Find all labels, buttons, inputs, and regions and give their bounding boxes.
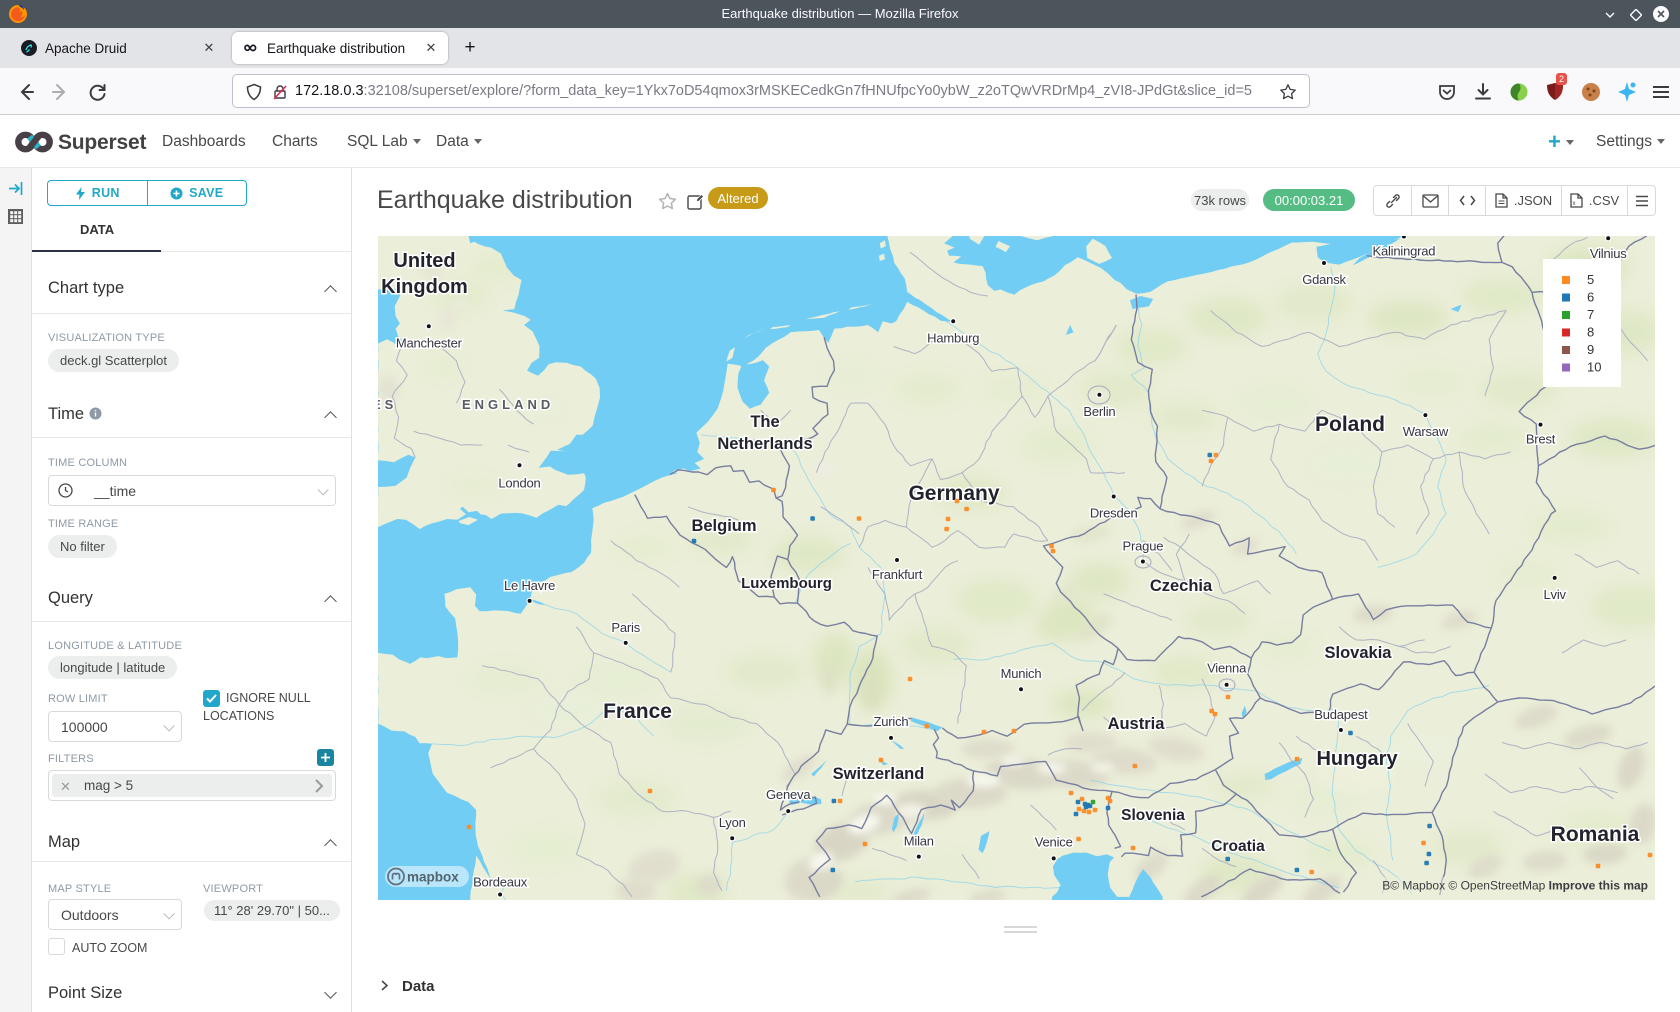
svg-text:Switzerland: Switzerland (833, 765, 925, 783)
svg-text:Romania: Romania (1551, 823, 1640, 846)
svg-text:Venice: Venice (1035, 834, 1073, 849)
svg-text:Geneva: Geneva (766, 787, 811, 802)
svg-text:Poland: Poland (1315, 413, 1385, 436)
svg-text:Zurich: Zurich (874, 714, 909, 729)
svg-text:7: 7 (1587, 307, 1594, 322)
svg-text:Milan: Milan (904, 834, 934, 849)
svg-text:ENGLAND: ENGLAND (462, 397, 554, 412)
svg-text:6: 6 (1587, 290, 1594, 305)
svg-text:Vienna: Vienna (1207, 661, 1247, 676)
svg-text:Manchester: Manchester (396, 335, 463, 350)
svg-text:Warsaw: Warsaw (1403, 424, 1449, 439)
svg-text:France: France (603, 700, 672, 723)
svg-text:Hamburg: Hamburg (927, 330, 979, 345)
svg-text:Czechia: Czechia (1150, 577, 1213, 595)
svg-text:Germany: Germany (908, 482, 999, 505)
svg-text:Vilnius: Vilnius (1590, 246, 1627, 261)
svg-text:Kingdom: Kingdom (381, 276, 468, 298)
svg-text:Brest: Brest (1526, 432, 1556, 447)
svg-text:x: x (1572, 201, 1575, 207)
svg-text:Slovenia: Slovenia (1121, 807, 1185, 824)
svg-text:Gdansk: Gdansk (1302, 272, 1346, 287)
svg-text:The: The (750, 413, 779, 431)
svg-text:Luxembourg: Luxembourg (741, 575, 832, 592)
svg-text:Superset: Superset (58, 131, 146, 154)
svg-text:Berlin: Berlin (1083, 404, 1115, 419)
svg-text:Slovakia: Slovakia (1325, 644, 1393, 662)
svg-text:Lyon: Lyon (719, 815, 746, 830)
svg-text:Kaliningrad: Kaliningrad (1372, 244, 1435, 259)
svg-text:Croatia: Croatia (1211, 838, 1265, 855)
svg-text:Paris: Paris (611, 620, 640, 635)
svg-text:Budapest: Budapest (1314, 707, 1368, 722)
svg-text:Le Havre: Le Havre (504, 578, 555, 593)
svg-text:Netherlands: Netherlands (717, 435, 812, 453)
svg-text:Austria: Austria (1108, 715, 1166, 733)
svg-text:Belgium: Belgium (691, 517, 756, 535)
svg-text:Dresden: Dresden (1090, 506, 1138, 521)
svg-text:Prague: Prague (1123, 539, 1164, 554)
svg-text:5: 5 (1587, 272, 1594, 287)
svg-text:ES: ES (378, 397, 397, 412)
svg-text:B© Mapbox © OpenStreetMap Impr: B© Mapbox © OpenStreetMap Improve this m… (1382, 879, 1648, 893)
svg-text:8: 8 (1587, 325, 1594, 340)
svg-text:mapbox: mapbox (407, 870, 459, 885)
svg-text:Lviv: Lviv (1544, 587, 1567, 602)
svg-text:Hungary: Hungary (1316, 748, 1398, 770)
svg-text:9: 9 (1587, 342, 1594, 357)
svg-text:London: London (498, 475, 540, 490)
svg-text:Frankfurt: Frankfurt (872, 567, 923, 582)
svg-text:10: 10 (1587, 360, 1601, 375)
svg-text:Munich: Munich (1001, 666, 1042, 681)
svg-text:Bordeaux: Bordeaux (473, 875, 528, 890)
svg-text:United: United (393, 250, 455, 272)
